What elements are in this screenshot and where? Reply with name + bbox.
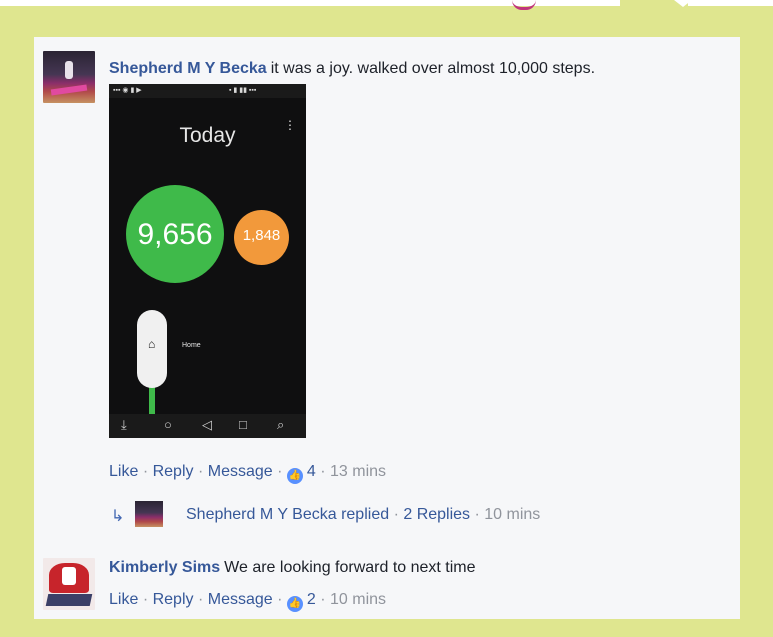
comments-panel: Shepherd M Y Becka it was a joy. walked o… [34,37,740,619]
comment-text: We are looking forward to next time [224,559,476,576]
home-icon: ⌂ [148,337,156,351]
replies-author[interactable]: Shepherd M Y Becka [186,506,337,523]
reply-arrow-icon: ↳ [111,508,125,525]
calories-circle: 1,848 [234,210,289,265]
avatar-base [45,594,93,606]
top-border [0,0,773,22]
avatar-figure [65,61,73,79]
reply-link[interactable]: Reply [153,591,194,608]
reaction-count[interactable]: 4 [307,463,316,480]
separator: · [197,591,204,608]
separator: · [320,463,326,480]
like-link[interactable]: Like [109,591,138,608]
search-icon: ⌕ [277,417,285,432]
top-white-strip-right [688,0,773,6]
home-label: Home [182,342,201,349]
comment-time[interactable]: 13 mins [330,463,386,480]
replies-time: 10 mins [484,506,541,523]
comment-body: Shepherd M Y Becka it was a joy. walked o… [109,60,595,78]
square-icon: □ [239,417,247,432]
avatar[interactable] [43,558,95,610]
download-icon: ⤓ [121,417,127,432]
android-nav-bar: ⤓ ○ ◁ □ ⌕ [109,414,306,438]
comment-time[interactable]: 10 mins [330,591,386,608]
comment-actions: Like · Reply · Message · 👍 4 · 13 mins [109,463,386,484]
message-link[interactable]: Message [208,463,273,480]
reaction-count[interactable]: 2 [307,591,316,608]
top-decoration [512,0,536,10]
circle-icon: ○ [164,417,172,432]
comment-author[interactable]: Kimberly Sims [109,559,220,576]
comment-actions: Like · Reply · Message · 👍 2 · 10 mins [109,591,386,612]
status-bar-left: ▪▪▪ ◉ ▮ ▶ [113,87,142,94]
like-reaction-icon[interactable]: 👍 [286,468,303,484]
avatar-banner [50,84,88,96]
status-bar-right: ▪ ▮ ▮▮ ▪▪▪ [229,87,257,94]
comment-text: it was a joy. walked over almost 10,000 … [270,60,596,77]
comment-body: Kimberly Sims We are looking forward to n… [109,559,476,577]
menu-dots-icon: ⋮ [284,118,296,132]
steps-value: 9,656 [137,218,213,251]
reply-avatar[interactable] [135,501,163,527]
back-icon: ◁ [202,417,212,432]
message-link[interactable]: Message [208,591,273,608]
separator: · [277,463,283,480]
status-bar: ▪▪▪ ◉ ▮ ▶ ▪ ▮ ▮▮ ▪▪▪ [109,84,306,98]
separator: · [474,506,480,523]
steps-circle: 9,656 [126,185,224,283]
replies-summary: Shepherd M Y Becka replied · 2 Replies ·… [186,506,540,524]
replied-label[interactable]: replied [341,506,389,523]
separator: · [197,463,204,480]
calories-value: 1,848 [242,227,281,244]
separator: · [393,506,399,523]
separator: · [277,591,283,608]
comment-author[interactable]: Shepherd M Y Becka [109,60,267,77]
avatar[interactable] [43,51,95,103]
separator: · [142,463,149,480]
replies-count[interactable]: 2 Replies [403,506,470,523]
like-link[interactable]: Like [109,463,138,480]
screen-title: Today [179,124,236,147]
separator: · [142,591,149,608]
attached-photo[interactable]: ▪▪▪ ◉ ▮ ▶ ▪ ▮ ▮▮ ▪▪▪ Today ⋮ 9,656 1,848… [109,84,306,438]
like-reaction-icon[interactable]: 👍 [286,596,303,612]
separator: · [320,591,326,608]
avatar-hand [62,567,76,585]
reply-link[interactable]: Reply [153,463,194,480]
